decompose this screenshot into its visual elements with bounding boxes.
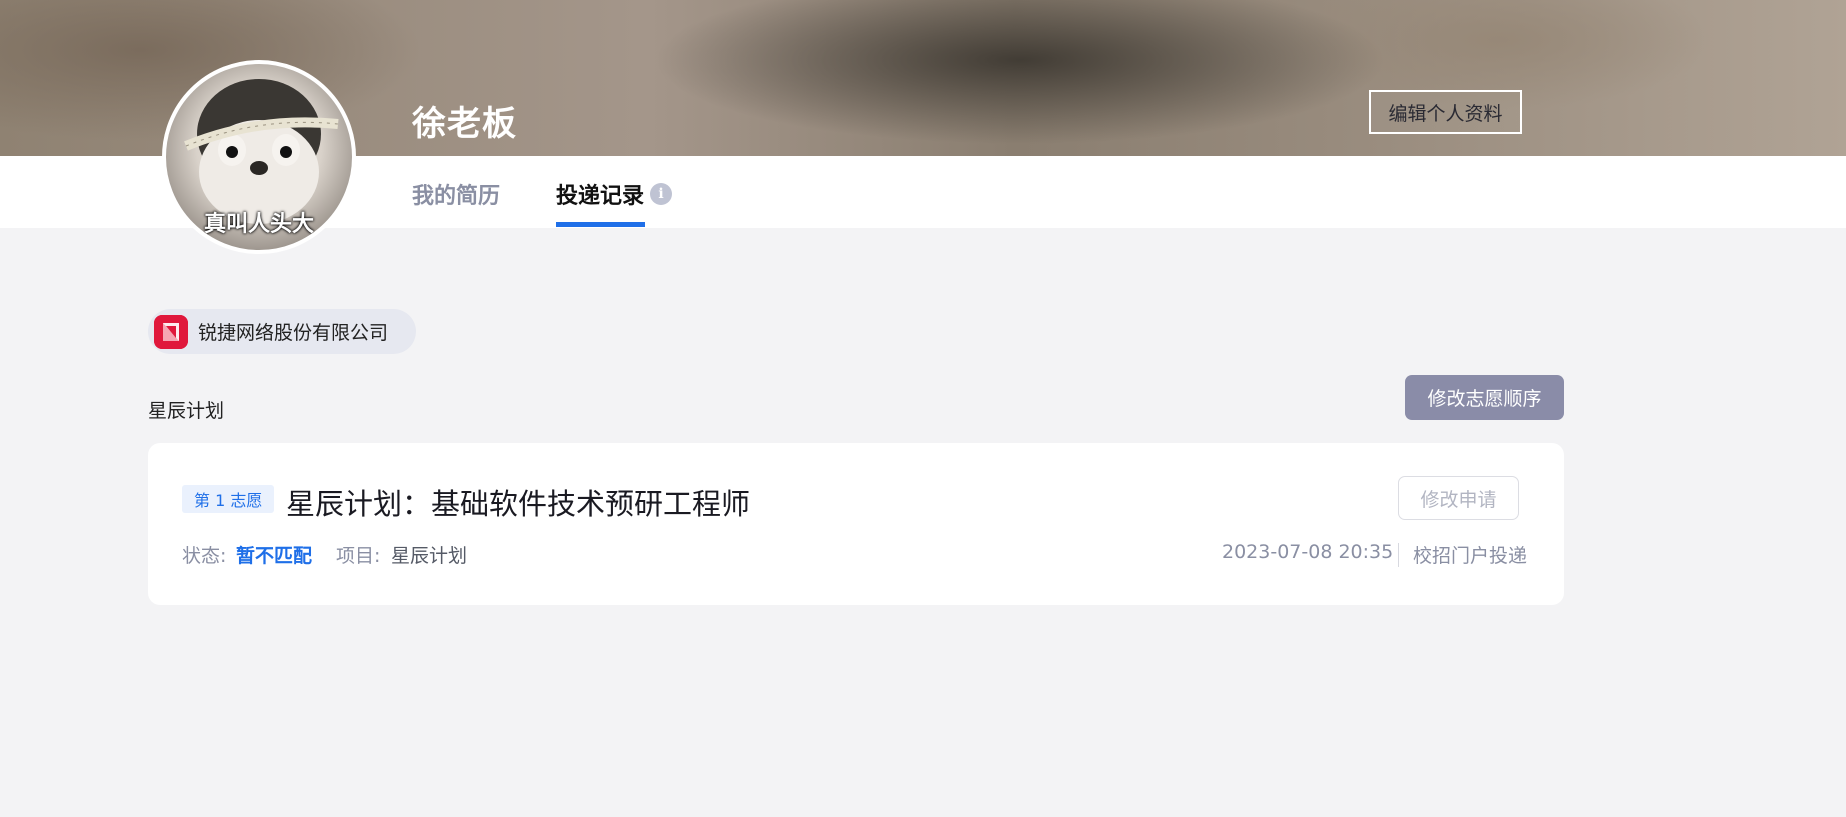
user-name: 徐老板 [412,104,517,144]
company-name: 锐捷网络股份有限公司 [198,322,389,344]
tab-application-records-label: 投递记录 [556,184,645,209]
tab-application-records[interactable]: 投递记录 i [556,178,673,210]
program-name: 星辰计划 [148,400,225,422]
tab-my-resume-label: 我的简历 [412,184,501,209]
company-chip[interactable]: 锐捷网络股份有限公司 [148,309,416,354]
application-card: 第 1 志愿 星辰计划：基础软件技术预研工程师 修改申请 状态: 暂不匹配 项目… [148,443,1564,605]
submission-source: 校招门户投递 [1413,545,1528,567]
project-label: 项目: [336,545,381,567]
status-value: 暂不匹配 [236,545,313,567]
avatar[interactable]: 真叫人头大 [162,60,356,254]
project-value: 星辰计划 [391,545,468,567]
status-label: 状态: [182,545,227,567]
meta-divider [1398,543,1399,567]
job-title[interactable]: 星辰计划：基础软件技术预研工程师 [286,481,750,523]
tab-my-resume[interactable]: 我的简历 [412,178,500,210]
preference-badge: 第 1 志愿 [182,485,275,513]
avatar-caption: 真叫人头大 [203,212,314,237]
info-icon[interactable]: i [650,183,673,205]
modify-application-button[interactable]: 修改申请 [1398,476,1519,520]
active-tab-indicator [556,222,645,227]
modify-preference-order-button[interactable]: 修改志愿顺序 [1405,375,1564,420]
edit-profile-button[interactable]: 编辑个人资料 [1369,90,1522,134]
company-logo-icon [154,314,188,349]
submission-time: 2023-07-08 20:35 [1222,541,1394,563]
